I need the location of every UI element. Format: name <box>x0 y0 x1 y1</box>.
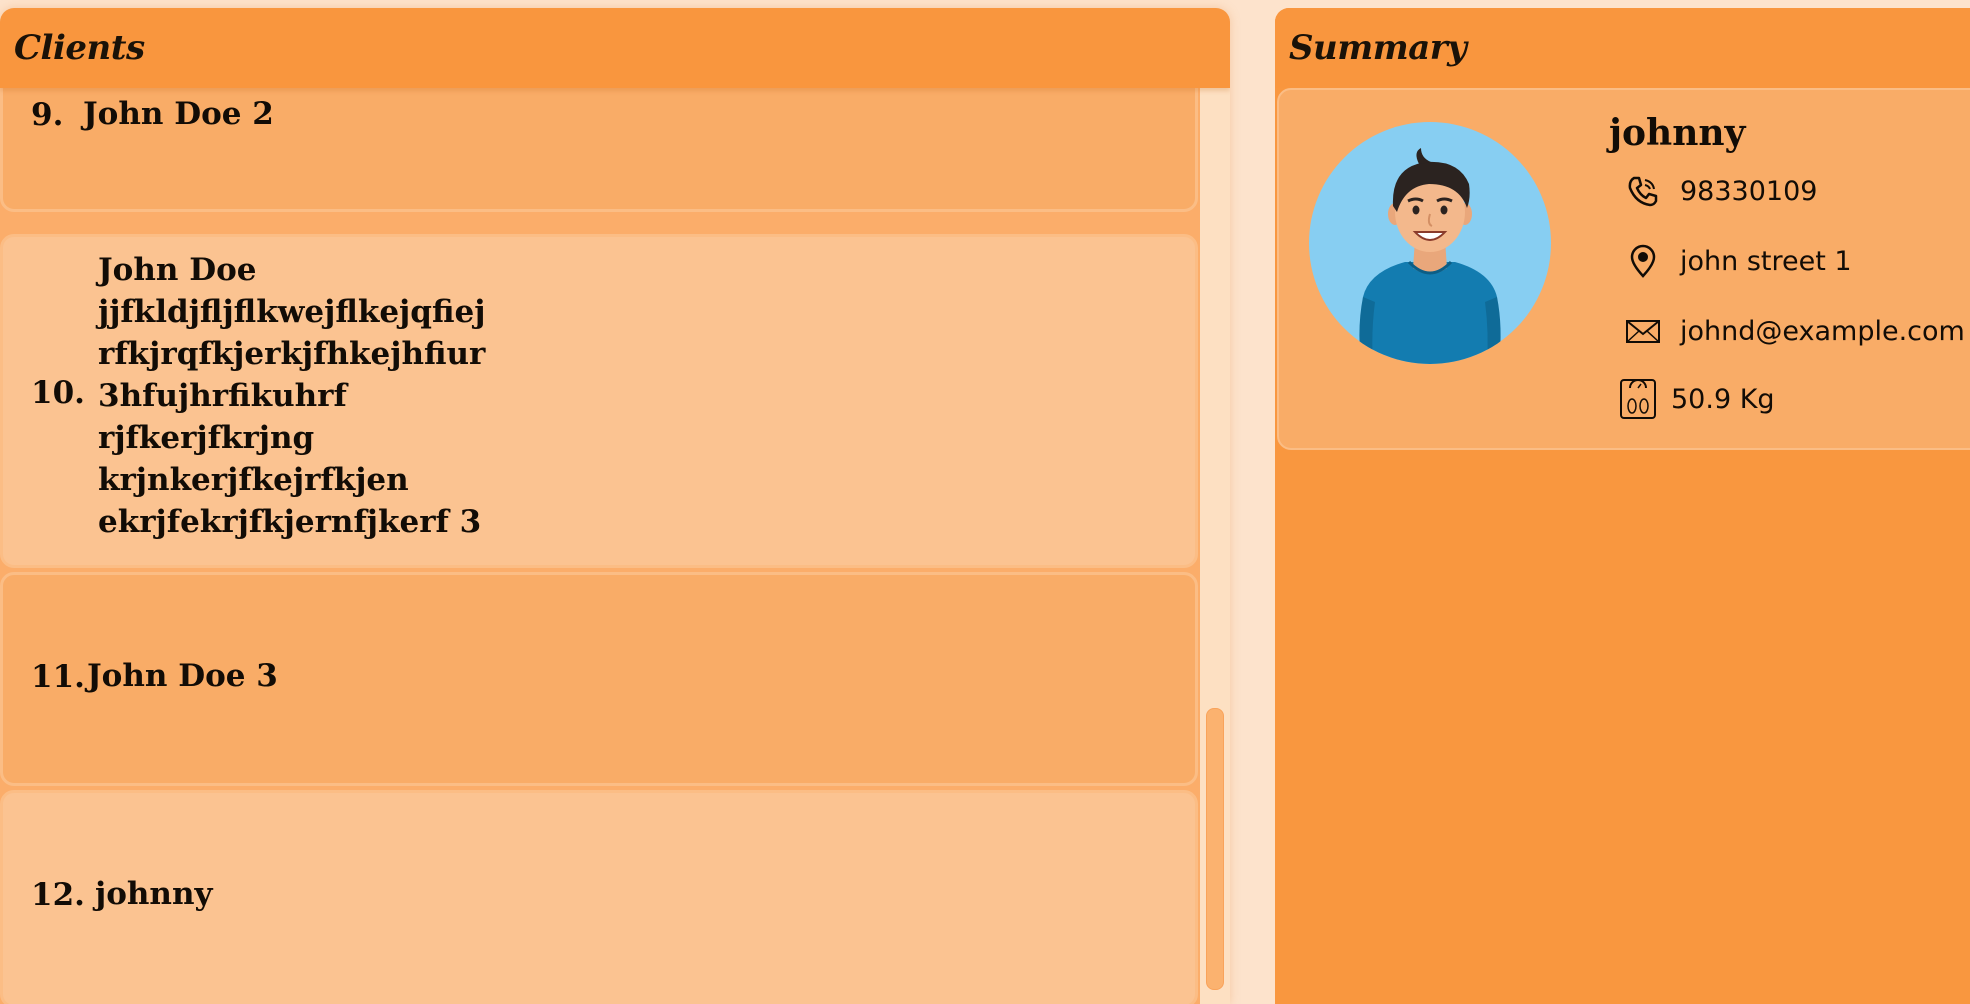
client-name: John Doe 3 <box>87 658 278 694</box>
email-row: johnd@example.com <box>1624 312 1965 350</box>
phone-number: 98330109 <box>1680 175 1818 207</box>
summary-title: Summary <box>1289 28 1467 68</box>
client-name: John Doe 2 <box>83 96 274 132</box>
avatar <box>1309 122 1551 364</box>
address-row: john street 1 <box>1624 242 1852 280</box>
client-name: johnny <box>95 876 213 912</box>
summary-panel: Summary johnny 98330109 john street 1 jo… <box>1275 8 1970 1004</box>
email-icon <box>1626 320 1660 343</box>
client-card-9[interactable]: 9. John Doe 2 <box>0 74 1198 212</box>
weight-scale-icon <box>1620 379 1656 419</box>
client-name: John Doe jjfkldjfljflkwejflkejqfiej rfkj… <box>98 252 486 540</box>
weight-row: 50.9 Kg <box>1619 378 1775 420</box>
person-avatar-icon <box>1359 148 1501 364</box>
location-pin-icon <box>1630 244 1656 278</box>
scrollbar-thumb[interactable] <box>1206 708 1224 990</box>
summary-header: Summary <box>1275 8 1970 88</box>
clients-panel: Clients 9. John Doe 2 10. John Doe jjfkl… <box>0 8 1230 1004</box>
weight-text: 50.9 Kg <box>1671 383 1775 415</box>
client-index: 12. <box>31 877 85 913</box>
email-text: johnd@example.com <box>1680 315 1965 347</box>
client-index: 9. <box>31 97 64 133</box>
address-text: john street 1 <box>1680 245 1852 277</box>
phone-icon <box>1628 176 1658 207</box>
clients-header: Clients <box>0 8 1230 88</box>
client-card-11[interactable]: 11. John Doe 3 <box>0 572 1198 786</box>
summary-client-name: johnny <box>1609 112 1746 154</box>
summary-card: johnny 98330109 john street 1 johnd@exam <box>1277 88 1970 450</box>
vertical-scrollbar[interactable] <box>1200 88 1230 1004</box>
client-card-10[interactable]: 10. John Doe jjfkldjfljflkwejflkejqfiej … <box>0 234 1198 568</box>
client-index: 11. <box>31 659 85 695</box>
phone-row: 98330109 <box>1624 172 1817 210</box>
client-index: 10. <box>31 375 85 411</box>
client-list[interactable]: 9. John Doe 2 10. John Doe jjfkldjfljflk… <box>0 74 1200 1004</box>
client-card-12[interactable]: 12. johnny <box>0 790 1198 1004</box>
clients-title: Clients <box>14 28 145 68</box>
